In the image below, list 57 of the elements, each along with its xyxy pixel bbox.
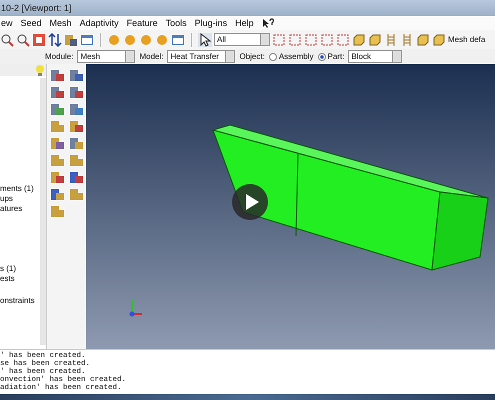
scrollbar[interactable] <box>40 78 46 345</box>
module-label: Module: <box>45 52 74 61</box>
cube-icon[interactable] <box>432 32 446 46</box>
radio-button[interactable] <box>318 52 326 60</box>
menu-item[interactable]: Mesh <box>50 18 72 28</box>
sort-icon[interactable] <box>48 32 62 46</box>
box-icon[interactable] <box>304 32 318 46</box>
menu-item[interactable]: Feature <box>126 18 158 28</box>
toolbox-icon[interactable] <box>50 85 65 100</box>
toolbox-icon[interactable] <box>50 187 65 202</box>
box-icon[interactable] <box>336 32 350 46</box>
box-icon[interactable] <box>288 32 302 46</box>
zoom-icon[interactable] <box>0 32 14 46</box>
box-icon[interactable] <box>320 32 334 46</box>
toolbox-icon[interactable] <box>50 68 65 83</box>
window-title: 10-2 [Viewport: 1] <box>1 3 72 13</box>
toolbox-icon[interactable] <box>69 136 84 151</box>
toolbox-icon[interactable] <box>69 119 84 134</box>
tree-item[interactable]: atures <box>0 204 22 214</box>
toolbox-icon[interactable] <box>69 102 84 117</box>
part-dropdown[interactable]: Block <box>348 50 402 63</box>
tree-item[interactable]: onstraints <box>0 296 35 306</box>
module-dropdown[interactable]: Mesh <box>77 50 136 63</box>
selection-filter-dropdown[interactable]: All <box>214 33 270 46</box>
toolbox-icon[interactable] <box>69 85 84 100</box>
toolbox-icon[interactable] <box>69 170 84 185</box>
zoom-icon[interactable] <box>16 32 30 46</box>
table-icon[interactable] <box>171 32 185 46</box>
menu-item[interactable]: Seed <box>20 18 42 28</box>
menu-item[interactable]: Adaptivity <box>80 18 119 28</box>
radio-label: Assembly <box>278 52 314 61</box>
help-pointer-icon[interactable] <box>262 18 274 28</box>
mesh-defaults-label: Mesh defa <box>448 35 486 44</box>
radio-label: Part: <box>328 52 344 61</box>
cube-icon[interactable] <box>368 32 382 46</box>
menu-item[interactable]: Tools <box>166 18 187 28</box>
cube-icon[interactable] <box>352 32 366 46</box>
lightbulb-icon[interactable] <box>34 64 46 76</box>
toolbox-icon[interactable] <box>50 136 65 151</box>
play-icon <box>244 193 260 211</box>
toolbox-icon[interactable] <box>50 170 65 185</box>
model-dropdown[interactable]: Heat Transfer <box>167 50 236 63</box>
tree-item[interactable]: ments (1) <box>0 184 34 194</box>
menu-item[interactable]: ew <box>1 18 13 28</box>
menu-item[interactable]: Help <box>235 18 254 28</box>
toolbox-icon[interactable] <box>50 102 65 117</box>
object-label: Object: <box>239 52 265 61</box>
tree-item[interactable]: ests <box>0 274 15 284</box>
box-icon[interactable] <box>272 32 286 46</box>
tree-item[interactable]: ups <box>0 194 13 204</box>
menu-item[interactable]: Plug-ins <box>194 18 228 28</box>
tree-item[interactable]: s (1) <box>0 264 16 274</box>
pointer-icon[interactable] <box>198 32 212 46</box>
cube-icon[interactable] <box>416 32 430 46</box>
model-label: Model: <box>139 52 164 61</box>
toolbox-icon[interactable] <box>69 68 84 83</box>
radio-button[interactable] <box>268 52 277 60</box>
